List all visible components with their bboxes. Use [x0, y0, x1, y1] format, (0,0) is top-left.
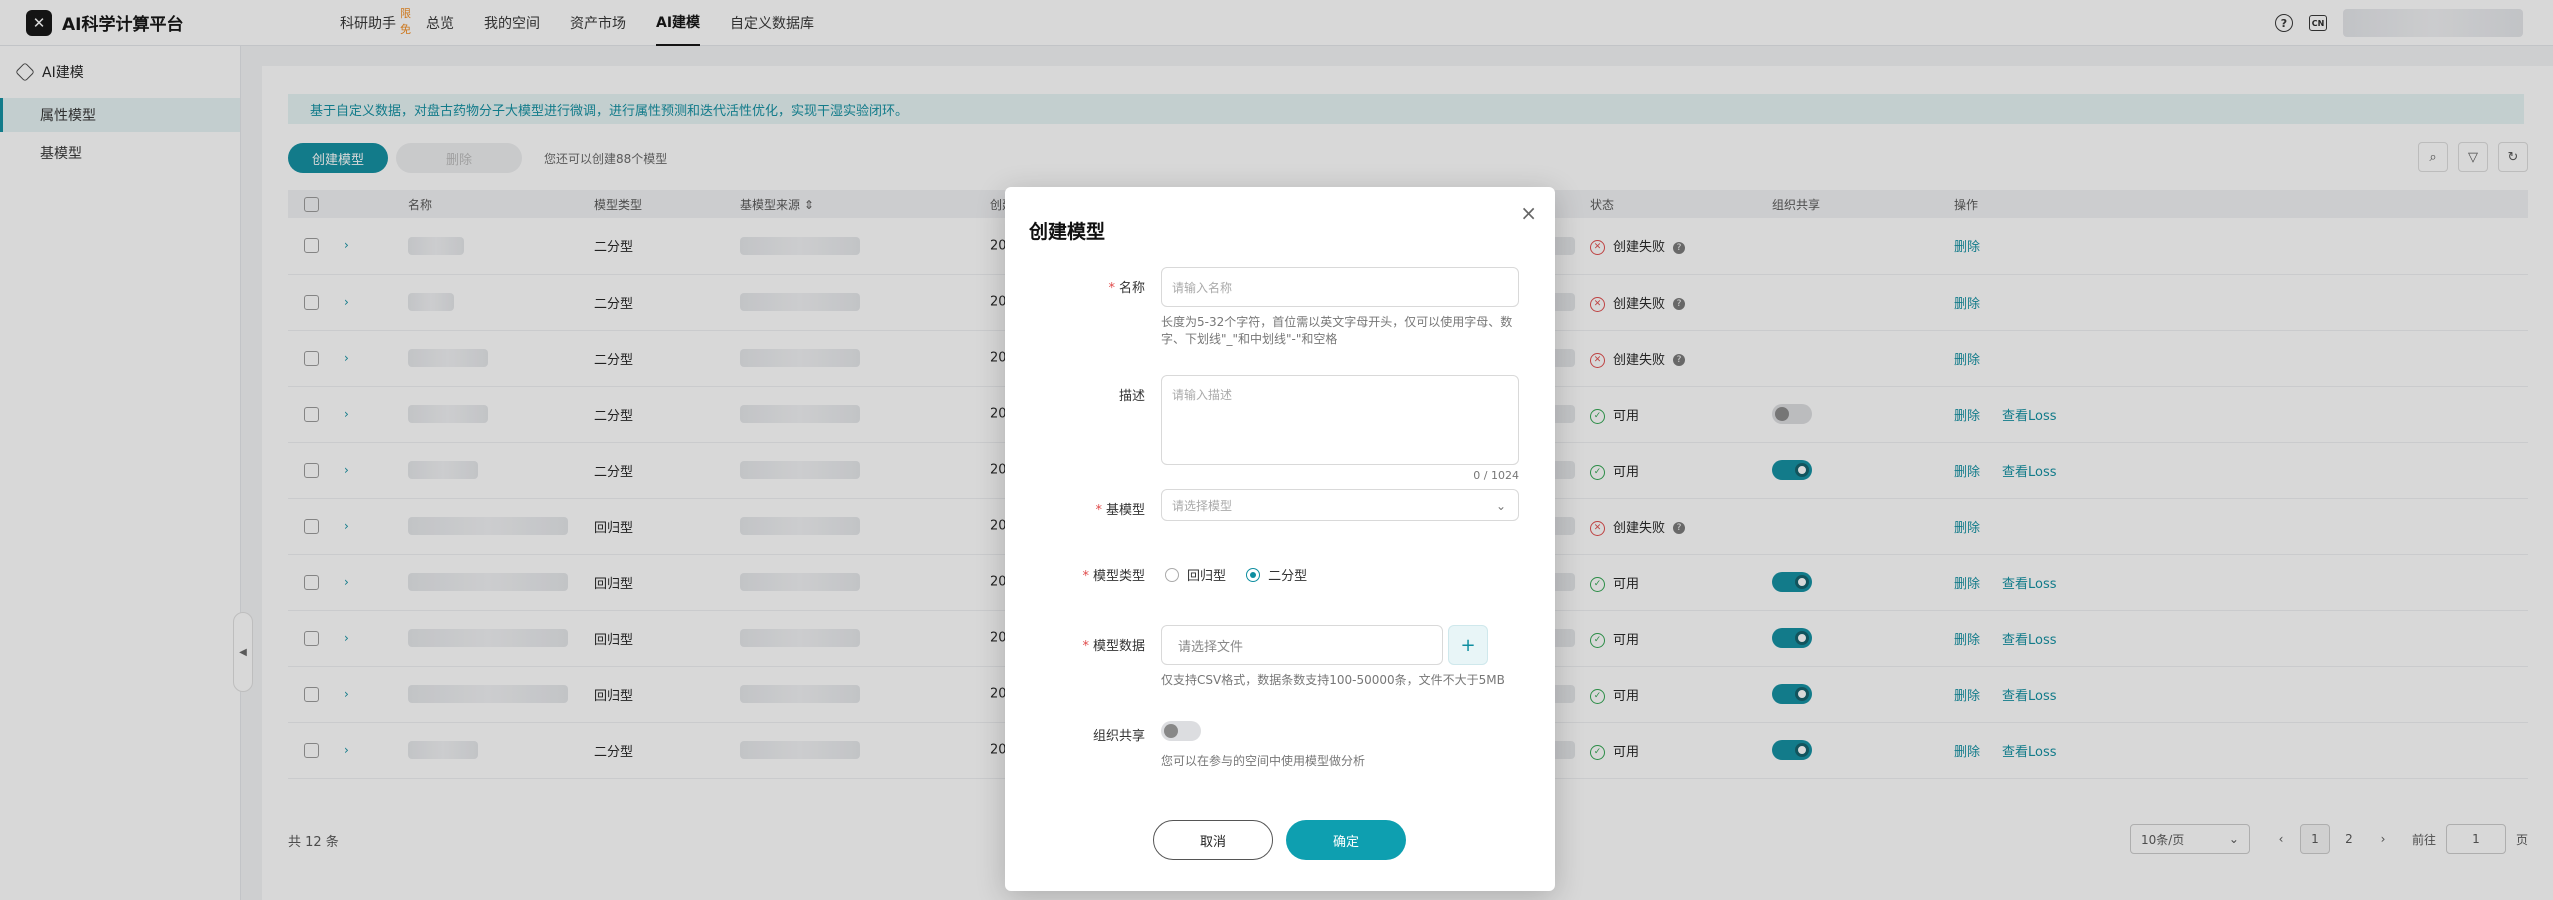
required-mark: *: [1108, 281, 1115, 296]
name-input[interactable]: 请输入名称: [1161, 267, 1519, 307]
plus-icon: +: [1460, 634, 1476, 656]
name-label: * 名称: [1005, 277, 1145, 296]
dialog-title: 创建模型: [1029, 221, 1106, 243]
model-data-label: * 模型数据: [1005, 635, 1145, 654]
radio-regression-label[interactable]: 回归型: [1187, 565, 1226, 584]
chevron-down-icon: ⌄: [1495, 499, 1506, 513]
desc-counter: 0 / 1024: [1473, 469, 1519, 482]
model-data-help-text: 仅支持CSV格式，数据条数支持100-50000条，文件不大于5MB: [1161, 673, 1505, 687]
model-data-label-text: 模型数据: [1092, 639, 1145, 654]
add-file-button[interactable]: +: [1448, 625, 1488, 665]
base-model-label-text: 基模型: [1105, 503, 1145, 518]
file-select-input[interactable]: 请选择文件: [1161, 625, 1443, 665]
desc-textarea[interactable]: 请输入描述: [1161, 375, 1519, 465]
desc-label: 描述: [1118, 389, 1145, 404]
share-help-text: 您可以在参与的空间中使用模型做分析: [1161, 754, 1366, 768]
create-model-dialog: 创建模型 × * 名称 请输入名称 长度为5-32个字符，首位需以英文字母开头，仅…: [1005, 187, 1555, 891]
radio-binary-label[interactable]: 二分型: [1268, 565, 1307, 584]
radio-regression[interactable]: [1165, 567, 1179, 582]
base-model-label: * 基模型: [1005, 499, 1145, 518]
required-mark: *: [1082, 569, 1089, 584]
name-label-text: 名称: [1118, 281, 1145, 296]
base-model-select[interactable]: 请选择模型 ⌄: [1161, 489, 1519, 521]
required-mark: *: [1082, 639, 1089, 654]
model-type-label-text: 模型类型: [1092, 569, 1145, 584]
base-model-placeholder: 请选择模型: [1172, 498, 1233, 513]
cancel-button[interactable]: 取消: [1153, 820, 1273, 860]
model-type-radio-group: 回归型 二分型: [1165, 565, 1323, 584]
required-mark: *: [1095, 503, 1102, 518]
radio-binary[interactable]: [1246, 567, 1261, 582]
share-label: 组织共享: [1092, 729, 1145, 744]
close-icon[interactable]: ×: [1520, 201, 1537, 225]
org-share-toggle[interactable]: [1161, 721, 1201, 741]
confirm-button[interactable]: 确定: [1286, 820, 1406, 860]
name-help-text: 长度为5-32个字符，首位需以英文字母开头，仅可以使用字母、数字、下划线"_"和…: [1161, 315, 1513, 346]
model-type-label: * 模型类型: [1005, 565, 1145, 584]
